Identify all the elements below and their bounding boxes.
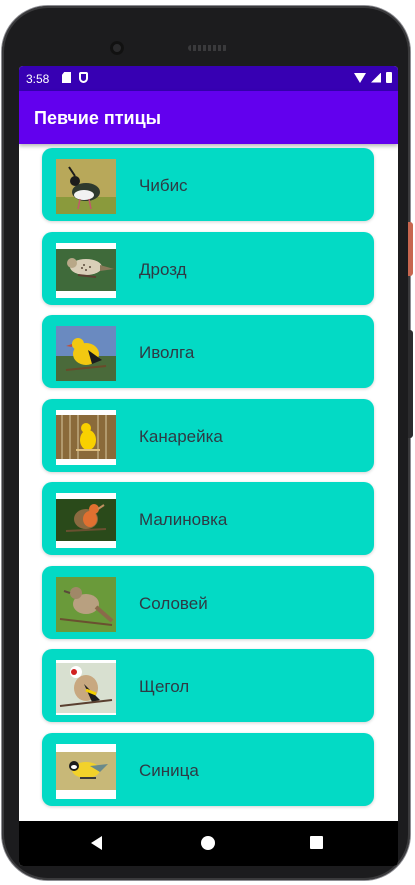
bird-name: Малиновка bbox=[139, 510, 228, 529]
back-icon[interactable] bbox=[91, 836, 102, 850]
bird-name: Соловей bbox=[139, 594, 208, 613]
app-title: Певчие птицы bbox=[34, 108, 162, 128]
thrush-photo bbox=[56, 243, 116, 298]
bird-card-oriole[interactable]: Иволга bbox=[42, 315, 374, 388]
goldfinch-photo bbox=[56, 660, 116, 715]
bird-name: Чибис bbox=[139, 176, 188, 195]
bird-name: Иволга bbox=[139, 343, 195, 362]
robin-photo bbox=[56, 493, 116, 548]
screen: 3:58 Певчие птицы Чибис Дрозд Иволга Кан… bbox=[19, 66, 398, 866]
bird-card-nightingale[interactable]: Соловей bbox=[42, 566, 374, 639]
cell-signal-icon bbox=[371, 72, 381, 83]
bird-name: Щегол bbox=[139, 677, 190, 696]
bird-card-lapwing[interactable]: Чибис bbox=[42, 148, 374, 221]
wifi-icon bbox=[354, 72, 366, 83]
battery-icon bbox=[386, 72, 392, 83]
oriole-photo bbox=[56, 326, 116, 381]
bird-name: Канарейка bbox=[139, 427, 223, 446]
phone-frame: 3:58 Певчие птицы Чибис Дрозд Иволга Кан… bbox=[2, 6, 410, 880]
bird-card-tit[interactable]: Синица bbox=[42, 733, 374, 806]
bird-card-robin[interactable]: Малиновка bbox=[42, 482, 374, 555]
bird-card-thrush[interactable]: Дрозд bbox=[42, 232, 374, 305]
status-time: 3:58 bbox=[26, 72, 50, 86]
app-bar: Певчие птицы bbox=[19, 91, 398, 144]
bird-card-goldfinch[interactable]: Щегол bbox=[42, 649, 374, 722]
sd-card-icon bbox=[62, 72, 71, 83]
status-bar: 3:58 bbox=[19, 66, 398, 91]
nightingale-photo bbox=[56, 577, 116, 632]
power-button bbox=[408, 330, 413, 438]
home-icon[interactable] bbox=[201, 836, 215, 850]
front-camera bbox=[110, 41, 124, 55]
shield-icon bbox=[79, 72, 88, 83]
system-nav-bar bbox=[19, 821, 398, 866]
bird-card-canary[interactable]: Канарейка bbox=[42, 399, 374, 472]
tit-photo bbox=[56, 744, 116, 799]
status-system-icons bbox=[354, 72, 392, 83]
earpiece-speaker bbox=[188, 45, 228, 51]
status-notification-icons bbox=[62, 72, 88, 83]
lapwing-photo bbox=[56, 159, 116, 214]
volume-button bbox=[408, 222, 413, 276]
recents-icon[interactable] bbox=[310, 836, 323, 849]
canary-photo bbox=[56, 410, 116, 465]
bird-name: Синица bbox=[139, 761, 199, 780]
bird-name: Дрозд bbox=[139, 260, 187, 279]
